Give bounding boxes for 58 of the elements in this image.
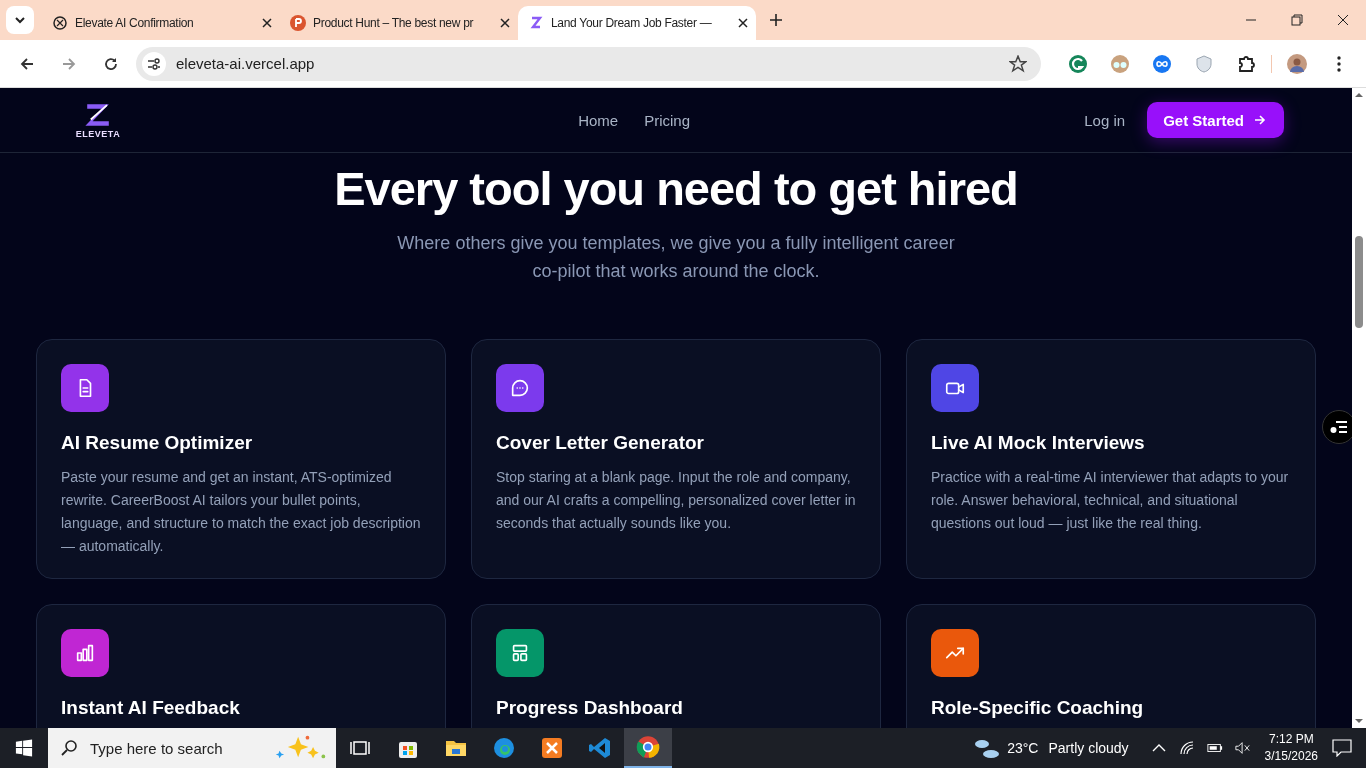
arrow-right-icon bbox=[1254, 115, 1266, 125]
chrome-taskbar-button[interactable] bbox=[624, 728, 672, 768]
floating-menu-button[interactable] bbox=[1322, 410, 1352, 444]
new-tab-icon[interactable] bbox=[770, 14, 782, 26]
close-icon[interactable] bbox=[262, 18, 272, 28]
notification-icon[interactable] bbox=[1332, 739, 1352, 757]
p-logo-icon bbox=[290, 15, 306, 31]
feature-title: Cover Letter Generator bbox=[496, 431, 705, 454]
feature-description: Practice with a real-time AI interviewer that adapts to your role. Answer behavioral, technical, and situational questions out loud — just like the real thing. bbox=[931, 467, 1290, 533]
bookmark-star-icon[interactable] bbox=[1009, 54, 1027, 73]
weather-text[interactable]: Partly cloudy bbox=[1048, 740, 1129, 756]
close-icon[interactable] bbox=[1337, 14, 1349, 26]
tab-title: Elevate AI Confirmation bbox=[75, 16, 195, 30]
chevron-down-icon bbox=[14, 16, 26, 24]
mute-icon[interactable] bbox=[1234, 740, 1251, 756]
infinity-extension-icon[interactable] bbox=[1152, 53, 1172, 74]
feature-title: AI Resume Optimizer bbox=[61, 431, 254, 454]
feature-title: Live AI Mock Interviews bbox=[931, 431, 1146, 454]
nav-link[interactable]: Home bbox=[578, 111, 619, 129]
scrollbar-thumb[interactable] bbox=[1355, 236, 1363, 328]
tab-search-button[interactable] bbox=[6, 6, 34, 34]
clock-date[interactable]: 3/15/2026 bbox=[1264, 748, 1318, 765]
close-icon[interactable] bbox=[500, 18, 510, 28]
feature-title: Instant AI Feedback bbox=[61, 696, 241, 719]
wifi-icon[interactable] bbox=[1178, 740, 1195, 756]
section-heading: Every tool you need to get hired bbox=[333, 163, 1019, 215]
extensions-icon[interactable] bbox=[1236, 53, 1256, 74]
chrome-icon bbox=[635, 734, 661, 760]
restore-icon[interactable] bbox=[1291, 14, 1303, 26]
scroll-down-icon[interactable] bbox=[1355, 719, 1363, 724]
browser-tab[interactable]: Elevate AI Confirmation bbox=[42, 6, 280, 40]
taskbar-search-bar[interactable]: Type here to search bbox=[48, 728, 336, 768]
section-subtitle: Where others give you templates, we give you a fully intelligent career co-pilot that works around the clock. bbox=[396, 231, 956, 283]
z-logo-icon bbox=[528, 15, 544, 31]
address-bar[interactable]: eleveta-ai.vercel.app bbox=[136, 46, 1041, 81]
feature-description: Paste your resume and get an instant, ATS-optimized rewrite. CareerBoost AI tailors your bullet points, language, and structure to match the exact job description — automatically. bbox=[61, 467, 421, 556]
g-extension-icon[interactable] bbox=[1068, 53, 1088, 74]
browser-tab[interactable]: Land Your Dream Job Faster — bbox=[518, 6, 756, 40]
close-icon[interactable] bbox=[738, 18, 748, 28]
scrollbar[interactable] bbox=[1352, 88, 1366, 728]
filter-icon bbox=[1330, 420, 1348, 434]
tab-title: Product Hunt – The best new pr bbox=[313, 16, 475, 30]
login-link[interactable]: Log in bbox=[1084, 111, 1126, 129]
feature-description: Stop staring at a blank page. Input the role and company, and our AI crafts a compelling, personalized cover letter in seconds that actually sounds like you. bbox=[496, 467, 856, 533]
feature-title: Progress Dashboard bbox=[496, 696, 684, 719]
feature-title: Role-Specific Coaching bbox=[931, 696, 1145, 719]
temperature-text[interactable]: 23°C bbox=[1007, 740, 1039, 756]
clock-time[interactable]: 7:12 PM bbox=[1268, 731, 1314, 748]
get-started-button[interactable]: Get Started bbox=[1147, 102, 1284, 138]
search-field[interactable]: Type here to search bbox=[88, 738, 262, 758]
nav-link[interactable]: Pricing bbox=[644, 111, 691, 129]
browser-tab[interactable]: Product Hunt – The best new pr bbox=[280, 6, 518, 40]
search-icon[interactable] bbox=[60, 739, 78, 757]
site-settings-icon[interactable] bbox=[142, 51, 166, 76]
scroll-up-icon[interactable] bbox=[1355, 92, 1363, 97]
tab-title: Land Your Dream Job Faster — bbox=[551, 16, 713, 30]
logo-text[interactable]: ELEVETA bbox=[75, 129, 121, 139]
avatar-icon[interactable] bbox=[1287, 53, 1307, 74]
